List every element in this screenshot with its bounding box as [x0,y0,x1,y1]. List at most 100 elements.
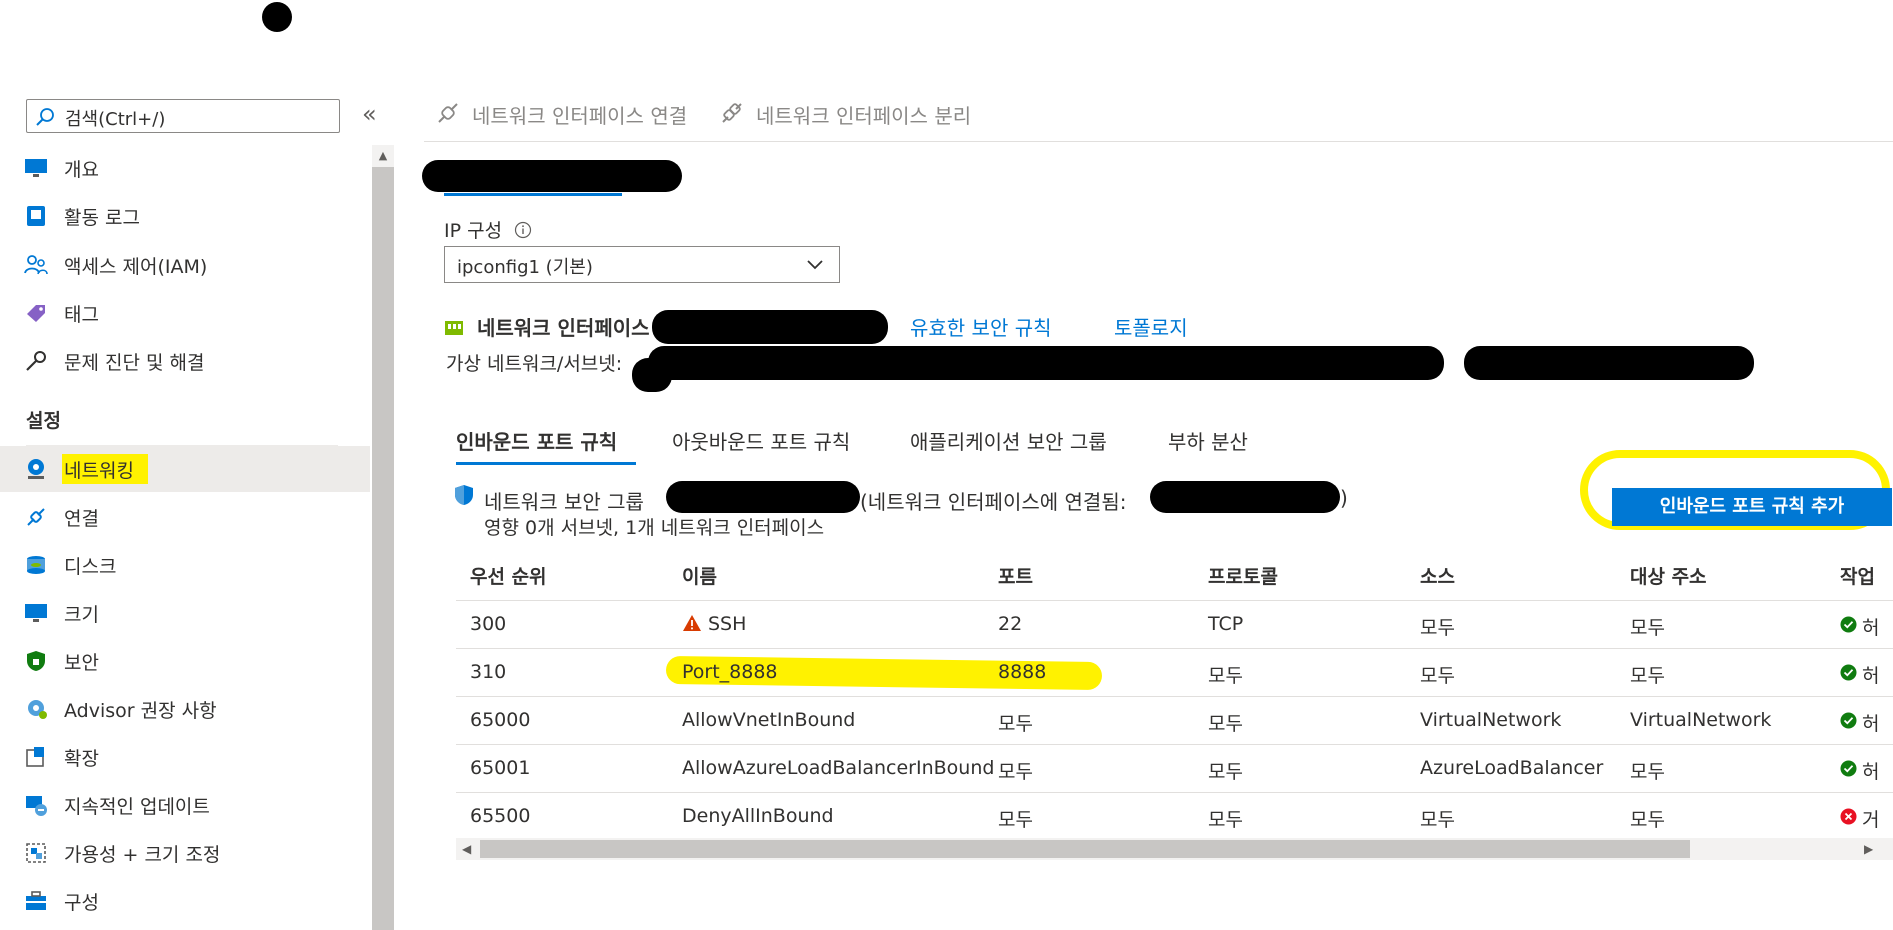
table-row[interactable]: 65500 DenyAllInBound 모두 모두 모두 모두 거 [456,793,1893,841]
ip-config-select[interactable]: ipconfig1 (기본) [444,246,840,283]
cell-source: AzureLoadBalancer [1420,757,1604,779]
cell-destination: 모두 [1630,761,1665,783]
ip-config-label: IP 구성 [444,216,532,243]
redacted-block [666,481,860,513]
toolbar-divider [424,141,1893,142]
table-row[interactable]: 310 Port_8888 8888 모두 모두 모두 허 [456,649,1893,697]
cell-action: 허 [1862,713,1880,735]
add-inbound-rule-button[interactable]: 인바운드 포트 규칙 추가 [1612,488,1892,526]
col-header-destination[interactable]: 대상 주소 [1630,562,1707,589]
sidebar-item-label: 확장 [64,748,99,770]
effective-security-rules-link[interactable]: 유효한 보안 규칙 [910,312,1052,341]
redacted-block [1464,346,1754,380]
cell-priority: 65000 [470,709,531,731]
cell-protocol: 모두 [1208,809,1243,831]
cell-port: 8888 [998,661,1047,683]
plug-detach-icon [722,103,742,123]
sidebar-item-disks[interactable]: 디스크 [0,542,370,588]
col-header-priority[interactable]: 우선 순위 [470,562,547,589]
chevron-down-icon [807,260,823,270]
sidebar-item-label: 구성 [64,892,99,914]
nsg-shield-icon [455,485,473,505]
tab-app-security-groups[interactable]: 애플리케이션 보안 그룹 [910,426,1107,455]
redacted-block [1150,481,1340,513]
ip-config-selected-value: ipconfig1 (기본) [457,257,593,278]
sidebar-item-activity-log[interactable]: 활동 로그 [0,193,370,239]
sidebar-item-updates[interactable]: 지속적인 업데이트 [0,782,370,828]
cell-name: SSH [708,613,747,635]
cell-name: AllowAzureLoadBalancerInBound [682,757,995,779]
redacted-block [652,310,888,344]
cell-destination: 모두 [1630,665,1665,687]
cell-port: 모두 [998,761,1033,783]
col-header-protocol[interactable]: 프로토콜 [1208,562,1278,589]
col-header-action[interactable]: 작업 [1840,562,1875,589]
cell-action: 허 [1862,761,1880,783]
scroll-left-arrow[interactable]: ◀ [462,842,471,856]
cell-action: 허 [1862,665,1880,687]
scroll-up-arrow[interactable]: ▲ [372,145,394,167]
tab-load-balancing[interactable]: 부하 분산 [1168,426,1248,455]
wrench-icon [26,351,46,371]
deny-x-icon [1840,808,1857,825]
cell-priority: 310 [470,661,507,683]
nsg-prefix: 네트워크 보안 그룹 [484,490,644,514]
sidebar-item-label: 액세스 제어(IAM) [64,256,208,278]
nsg-closing-paren: ) [1340,486,1348,510]
redacted-block [632,358,672,392]
table-row[interactable]: 300 SSH 22 TCP 모두 모두 허 [456,601,1893,649]
search-icon [36,108,54,126]
sidebar-item-label: Advisor 권장 사항 [64,700,217,722]
allow-check-icon [1840,664,1857,681]
sidebar-item-networking[interactable]: 네트워킹 [0,446,370,492]
cell-priority: 65500 [470,805,531,827]
cell-protocol: TCP [1208,613,1244,635]
cell-name: AllowVnetInBound [682,709,856,731]
ip-config-label-text: IP 구성 [444,220,503,242]
sidebar-item-connect[interactable]: 연결 [0,494,370,540]
sidebar-item-label: 태그 [64,304,99,326]
sidebar-item-availability[interactable]: 가용성 + 크기 조정 [0,830,370,876]
sidebar-item-label: 네트워킹 [64,460,134,482]
cell-protocol: 모두 [1208,665,1243,687]
people-icon [24,255,48,275]
col-header-name[interactable]: 이름 [682,562,717,589]
cell-action: 거 [1862,809,1880,831]
disk-icon [27,556,45,574]
allow-check-icon [1840,760,1857,777]
cell-port: 모두 [998,809,1033,831]
sidebar-item-overview[interactable]: 개요 [0,145,370,191]
search-input[interactable]: 검색(Ctrl+/) [26,99,340,133]
topology-link[interactable]: 토폴로지 [1114,312,1188,341]
col-header-port[interactable]: 포트 [998,562,1033,589]
tab-inbound-rules[interactable]: 인바운드 포트 규칙 [456,426,617,455]
monitor-icon [25,159,47,177]
sidebar-item-label: 지속적인 업데이트 [64,796,210,818]
collapse-sidebar-button[interactable]: « [362,100,377,128]
redacted-block [648,346,1444,380]
sidebar-item-diagnose[interactable]: 문제 진단 및 해결 [0,338,370,384]
sidebar-item-configuration[interactable]: 구성 [0,878,370,924]
connect-icon [27,508,45,526]
scroll-right-arrow[interactable]: ▶ [1864,842,1873,856]
scrollbar-thumb[interactable] [480,840,1690,858]
info-icon [515,221,532,239]
sidebar-scrollbar[interactable] [372,145,394,930]
table-row[interactable]: 65000 AllowVnetInBound 모두 모두 VirtualNetw… [456,697,1893,745]
sidebar-item-label: 디스크 [64,556,117,578]
table-row[interactable]: 65001 AllowAzureLoadBalancerInBound 모두 모… [456,745,1893,793]
sidebar-item-label: 활동 로그 [64,207,140,229]
tab-outbound-rules[interactable]: 아웃바운드 포트 규칙 [672,426,850,455]
sidebar-item-advisor[interactable]: Advisor 권장 사항 [0,686,370,732]
extensions-icon [26,747,44,767]
nic-title-text: 네트워크 인터페이스 [476,316,650,340]
sidebar-item-extensions[interactable]: 확장 [0,734,370,780]
cell-name: Port_8888 [682,661,778,683]
sidebar-item-size[interactable]: 크기 [0,590,370,636]
nsg-attached-text: (네트워크 인터페이스에 연결됨: [860,490,1127,514]
sidebar-item-iam[interactable]: 액세스 제어(IAM) [0,242,370,288]
col-header-source[interactable]: 소스 [1420,562,1455,589]
sidebar-item-security[interactable]: 보안 [0,638,370,684]
nic-title: 네트워크 인터페이스 [444,312,650,341]
sidebar-item-tags[interactable]: 태그 [0,290,370,336]
